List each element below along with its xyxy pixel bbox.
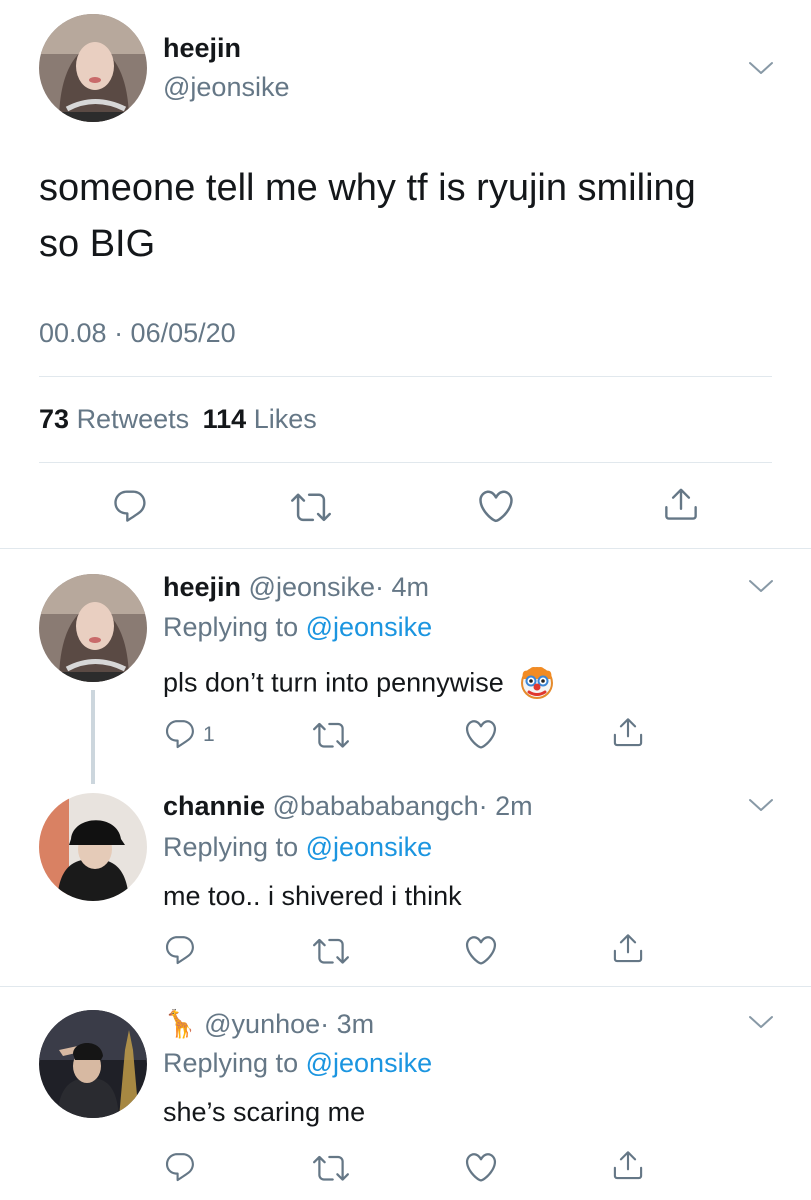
time[interactable]: · 4m <box>375 572 429 602</box>
replying-to: Replying to @jeonsike <box>163 832 432 863</box>
reply-header: channie @babababangch· 2m <box>163 791 533 822</box>
tweet-text-line: someone tell me why tf is ryujin smiling <box>39 167 696 209</box>
handle[interactable]: @jeonsike <box>163 72 289 103</box>
share-icon[interactable] <box>662 484 700 524</box>
reply-text: me too.. i shivered i think <box>163 881 462 911</box>
chevron-down-icon[interactable] <box>748 578 774 594</box>
retweet-icon[interactable] <box>313 1150 349 1186</box>
chevron-down-icon[interactable] <box>748 797 774 813</box>
likes-count: 114 <box>202 404 247 434</box>
like-icon[interactable] <box>463 932 499 968</box>
replying-to: Replying to @jeonsike <box>163 1048 432 1079</box>
retweet-icon[interactable] <box>313 933 349 969</box>
avatar[interactable] <box>39 1010 147 1118</box>
reply-header: 🦒 @yunhoe· 3m <box>163 1008 374 1040</box>
share-icon[interactable] <box>611 714 645 750</box>
retweet-icon[interactable] <box>291 487 331 527</box>
share-icon[interactable] <box>611 930 645 966</box>
time[interactable]: · 2m <box>479 791 533 821</box>
chevron-down-icon[interactable] <box>748 60 774 76</box>
avatar[interactable] <box>39 14 147 122</box>
likes-label: Likes <box>253 404 317 434</box>
display-name[interactable]: channie <box>163 791 265 821</box>
tweet-text: someone tell me why tf is ryujin smiling… <box>39 160 696 272</box>
clown-emoji <box>517 661 557 708</box>
like-icon[interactable] <box>476 486 516 526</box>
divider <box>0 986 811 987</box>
giraffe-emoji[interactable]: 🦒 <box>163 1009 197 1039</box>
divider <box>39 462 772 463</box>
reply-text-content: pls don’t turn into pennywise <box>163 667 504 698</box>
like-icon[interactable] <box>463 716 499 752</box>
retweets-stat[interactable]: 73 Retweets <box>39 404 197 434</box>
divider <box>39 376 772 377</box>
tweet-text-line: so BIG <box>39 223 156 265</box>
reply-count: 1 <box>203 723 215 746</box>
reply-header: heejin @jeonsike· 4m <box>163 572 429 603</box>
reply-icon[interactable] <box>163 717 197 751</box>
reply-icon[interactable] <box>163 1150 197 1184</box>
replying-label: Replying to <box>163 832 299 862</box>
time[interactable]: · 3m <box>320 1009 374 1039</box>
replying-label: Replying to <box>163 1048 299 1078</box>
replying-label: Replying to <box>163 612 299 642</box>
handle[interactable]: @jeonsike <box>249 572 375 602</box>
avatar[interactable] <box>39 793 147 901</box>
replying-to: Replying to @jeonsike <box>163 612 432 643</box>
thread-line <box>91 690 95 784</box>
replying-handle-link[interactable]: @jeonsike <box>306 1048 432 1078</box>
handle[interactable]: @yunhoe <box>204 1009 320 1039</box>
reply-text: pls don’t turn into pennywise <box>163 661 557 708</box>
replying-handle-link[interactable]: @jeonsike <box>306 612 432 642</box>
timestamp[interactable]: 00.08 · 06/05/20 <box>39 318 236 349</box>
reply-text: she’s scaring me <box>163 1097 366 1127</box>
display-name[interactable]: heejin <box>163 33 241 64</box>
engagement-stats: 73 Retweets 114 Likes <box>39 404 317 435</box>
like-icon[interactable] <box>463 1149 499 1185</box>
share-icon[interactable] <box>611 1147 645 1183</box>
retweet-icon[interactable] <box>313 717 349 753</box>
retweets-label: Retweets <box>76 404 190 434</box>
divider <box>0 548 811 549</box>
display-name[interactable]: heejin <box>163 572 241 602</box>
reply-icon[interactable] <box>111 487 149 525</box>
replying-handle-link[interactable]: @jeonsike <box>306 832 432 862</box>
avatar[interactable] <box>39 574 147 682</box>
reply-icon[interactable] <box>163 933 197 967</box>
retweets-count: 73 <box>39 404 70 434</box>
handle[interactable]: @babababangch <box>273 791 479 821</box>
likes-stat[interactable]: 114 Likes <box>203 404 317 434</box>
chevron-down-icon[interactable] <box>748 1014 774 1030</box>
